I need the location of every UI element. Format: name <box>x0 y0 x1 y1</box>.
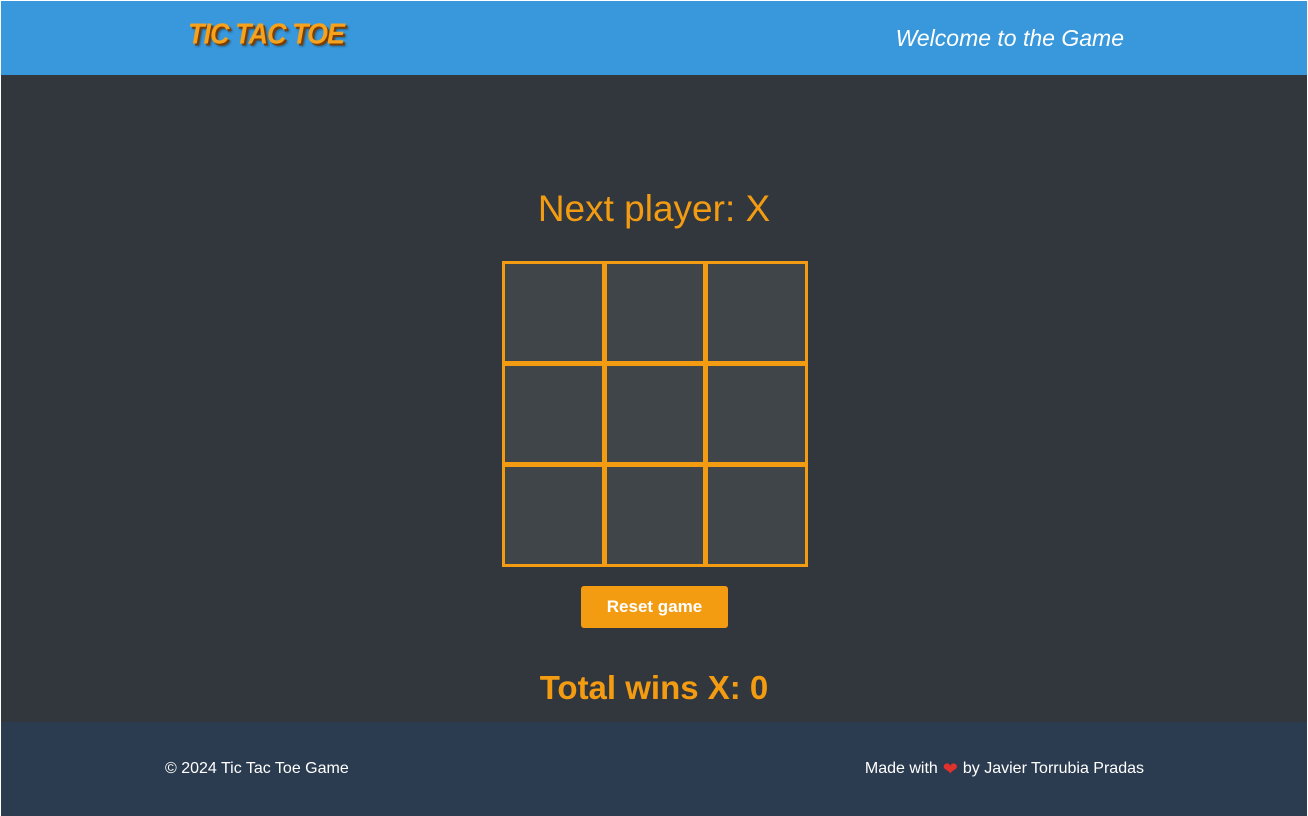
board-cell-3[interactable] <box>705 261 808 364</box>
top-header: TIC TAC TOE Welcome to the Game <box>1 1 1307 75</box>
board-cell-9[interactable] <box>705 464 808 567</box>
game-logo: TIC TAC TOE <box>188 18 345 50</box>
board-cell-6[interactable] <box>705 362 808 466</box>
reset-game-button[interactable]: Reset game <box>581 586 728 628</box>
board-cell-1[interactable] <box>502 261 605 364</box>
copyright-text: © 2024 Tic Tac Toe Game <box>165 760 349 777</box>
board-cell-7[interactable] <box>502 464 605 567</box>
page-footer: © 2024 Tic Tac Toe Game Made with ❤ by J… <box>1 722 1307 816</box>
credits: Made with ❤ by Javier Torrubia Pradas <box>865 760 1144 778</box>
board-cell-8[interactable] <box>603 464 707 567</box>
welcome-text: Welcome to the Game <box>895 25 1124 51</box>
board-cell-5[interactable] <box>603 362 707 466</box>
app-frame: TIC TAC TOE Welcome to the Game Next pla… <box>1 1 1307 816</box>
board-cell-2[interactable] <box>603 261 707 364</box>
next-player-status: Next player: X <box>537 188 771 229</box>
author-label: by Javier Torrubia Pradas <box>962 760 1144 777</box>
game-board <box>502 261 808 567</box>
game-area: Next player: X Reset game Total wins X: … <box>1 75 1307 722</box>
board-cell-4[interactable] <box>502 362 605 466</box>
total-wins-counter: Total wins X: 0 <box>539 669 769 706</box>
made-with-label: Made with <box>864 760 938 777</box>
heart-icon: ❤ <box>942 759 958 779</box>
